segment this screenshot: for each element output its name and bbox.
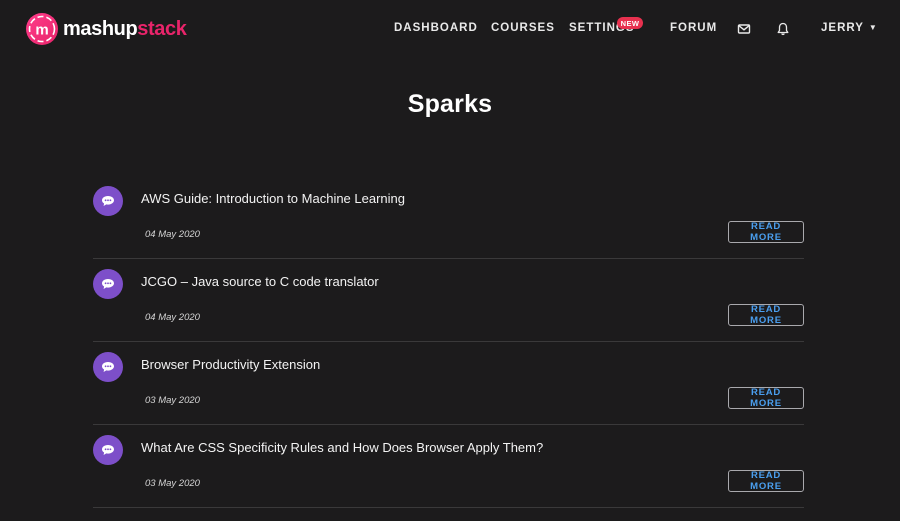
read-more-button[interactable]: READ MORE bbox=[728, 470, 804, 492]
nav-forum[interactable]: FORUM bbox=[670, 22, 717, 34]
mail-icon[interactable] bbox=[737, 22, 751, 36]
list-item: JCGO – Java source to C code translator … bbox=[93, 259, 804, 342]
post-date: 04 May 2020 bbox=[145, 229, 200, 240]
caret-down-icon: ▼ bbox=[868, 23, 878, 32]
bell-icon[interactable] bbox=[776, 22, 790, 36]
read-more-button[interactable]: READ MORE bbox=[728, 387, 804, 409]
list-item: What Are CSS Specificity Rules and How D… bbox=[93, 425, 804, 508]
list-item: AWS Guide: Introduction to Machine Learn… bbox=[93, 176, 804, 259]
logo-icon: m bbox=[26, 13, 58, 45]
post-title[interactable]: AWS Guide: Introduction to Machine Learn… bbox=[141, 191, 405, 206]
logo-wordmark: mashupstack bbox=[63, 17, 187, 41]
new-badge: NEW bbox=[617, 17, 643, 29]
post-date: 04 May 2020 bbox=[145, 312, 200, 323]
post-title[interactable]: JCGO – Java source to C code translator bbox=[141, 274, 379, 289]
post-title[interactable]: What Are CSS Specificity Rules and How D… bbox=[141, 440, 543, 455]
post-title[interactable]: Browser Productivity Extension bbox=[141, 357, 320, 372]
list-item: Browser Productivity Extension 03 May 20… bbox=[93, 342, 804, 425]
logo-text-mashup: mashup bbox=[63, 17, 138, 40]
read-more-button[interactable]: READ MORE bbox=[728, 221, 804, 243]
post-list: AWS Guide: Introduction to Machine Learn… bbox=[93, 176, 804, 508]
post-date: 03 May 2020 bbox=[145, 478, 200, 489]
logo[interactable]: m mashupstack bbox=[25, 11, 187, 47]
top-navbar: m mashupstack DASHBOARD COURSES SETTINGS… bbox=[0, 0, 900, 60]
chat-bubble-icon bbox=[93, 352, 123, 382]
user-name: JERRY bbox=[821, 22, 864, 34]
logo-text-stack: stack bbox=[137, 17, 187, 40]
chat-bubble-icon bbox=[93, 186, 123, 216]
chat-bubble-icon bbox=[93, 435, 123, 465]
svg-text:m: m bbox=[35, 22, 48, 39]
nav-dashboard[interactable]: DASHBOARD bbox=[394, 22, 478, 34]
chat-bubble-icon bbox=[93, 269, 123, 299]
post-date: 03 May 2020 bbox=[145, 395, 200, 406]
page-title: Sparks bbox=[407, 90, 493, 118]
read-more-button[interactable]: READ MORE bbox=[728, 304, 804, 326]
user-menu[interactable]: JERRY ▼ bbox=[821, 22, 878, 34]
nav-courses[interactable]: COURSES bbox=[491, 22, 555, 34]
